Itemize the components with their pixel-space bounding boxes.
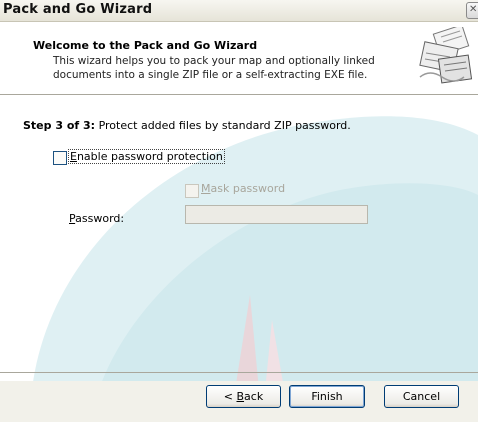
- cancel-button[interactable]: Cancel: [384, 385, 459, 408]
- mask-password-accel: M: [201, 182, 211, 195]
- back-button-label: ack: [244, 390, 264, 403]
- header-description-line-2: documents into a single ZIP file or a se…: [53, 69, 368, 81]
- mask-password-label-text: ask password: [210, 182, 286, 195]
- step-indicator: Step 3 of 3: Protect added files by stan…: [23, 119, 351, 132]
- header-title: Welcome to the Pack and Go Wizard: [33, 39, 258, 52]
- password-input[interactable]: [185, 205, 368, 224]
- background-watermark: [0, 95, 478, 381]
- wizard-body: Step 3 of 3: Protect added files by stan…: [0, 95, 478, 381]
- finish-button[interactable]: Finish: [289, 385, 365, 408]
- password-label: Password:: [69, 212, 124, 225]
- back-button-prefix: <: [223, 390, 237, 403]
- pack-documents-icon: [419, 27, 473, 84]
- back-button-accel: B: [236, 390, 245, 403]
- pack-and-go-wizard-window: Pack and Go Wizard ✕ Welcome to the Pack…: [0, 0, 478, 422]
- step-number: Step 3 of 3:: [23, 119, 96, 132]
- enable-password-label[interactable]: Enable password protection: [68, 149, 225, 164]
- enable-password-accel: E: [70, 150, 77, 163]
- back-button[interactable]: < Back: [206, 385, 281, 408]
- password-label-text: assword:: [75, 212, 125, 225]
- title-bar[interactable]: Pack and Go Wizard ✕: [0, 0, 478, 22]
- enable-password-label-text: nable password protection: [76, 150, 223, 163]
- header-description: This wizard helps you to pack your map a…: [53, 54, 413, 82]
- step-description: Protect added files by standard ZIP pass…: [98, 119, 351, 132]
- header-description-line-1: This wizard helps you to pack your map a…: [53, 55, 375, 67]
- close-icon[interactable]: ✕: [466, 2, 478, 19]
- mask-password-label[interactable]: Mask password: [201, 182, 285, 195]
- wizard-header: Welcome to the Pack and Go Wizard This w…: [0, 22, 478, 95]
- window-title: Pack and Go Wizard: [3, 2, 153, 17]
- mask-password-checkbox[interactable]: [185, 184, 199, 198]
- enable-password-checkbox[interactable]: [53, 151, 67, 165]
